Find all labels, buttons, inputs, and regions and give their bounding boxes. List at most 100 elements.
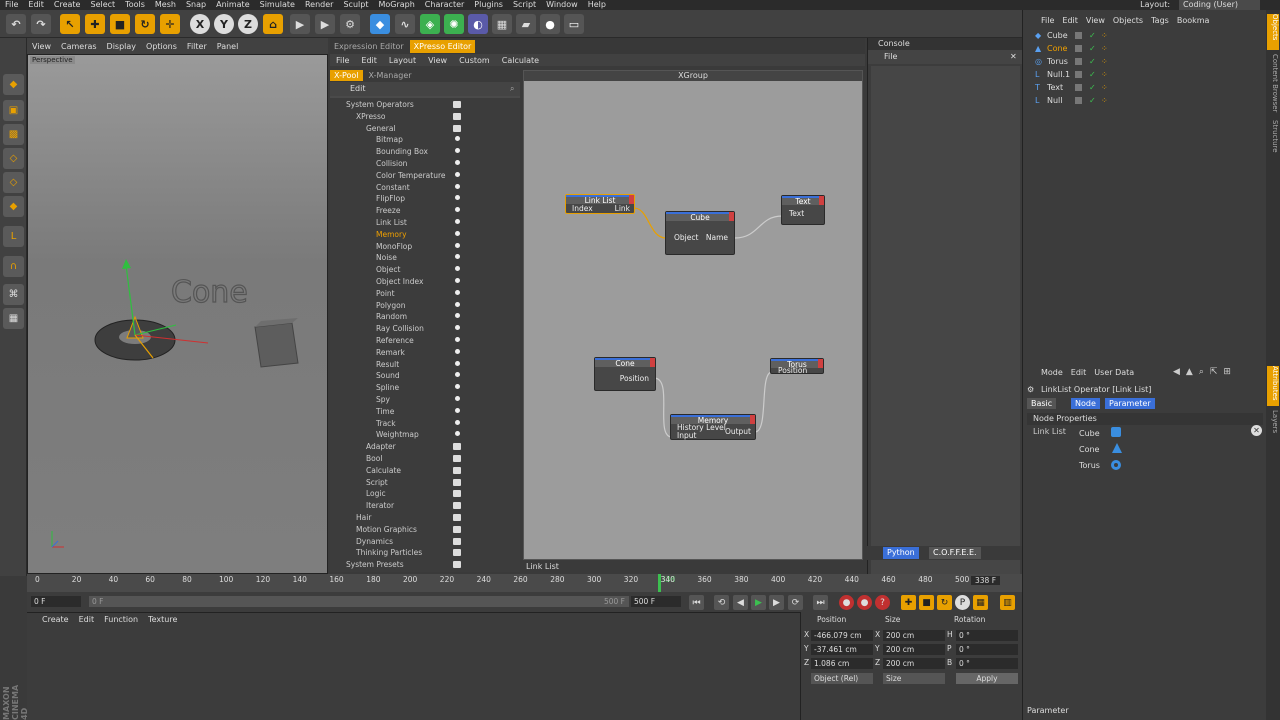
menu-simulate[interactable]: Simulate [255,0,300,10]
attr-menu-edit[interactable]: Edit [1067,368,1091,377]
tree-item[interactable]: Spy [376,394,390,405]
enabled-check-icon[interactable]: ✓ [1089,82,1096,94]
layout-dropdown[interactable]: Coding (User) [1179,0,1260,10]
size-field[interactable]: 200 cm [883,630,945,641]
rotation-field[interactable]: 0 ° [956,630,1018,641]
side-tab-attributes[interactable]: Attributes [1267,366,1279,406]
tree-item[interactable]: FlipFlop [376,193,405,204]
viewport[interactable]: Perspective Cone [27,54,328,574]
tab-expression-editor[interactable]: Expression Editor [330,40,408,53]
key-position-icon[interactable]: ✚ [901,595,916,610]
link-item-cone[interactable]: Cone [1079,445,1099,454]
object-name[interactable]: Cube [1047,30,1068,42]
axis-y-button[interactable]: Y [214,14,234,34]
object-name[interactable]: Text [1047,82,1063,94]
menu-mograph[interactable]: MoGraph [373,0,419,10]
tag-icon[interactable]: ⁘ [1101,95,1108,107]
move-tool-icon[interactable]: ✚ [85,14,105,34]
spline-icon[interactable]: ∿ [395,14,415,34]
material-menu-create[interactable]: Create [37,615,74,624]
menu-mesh[interactable]: Mesh [150,0,181,10]
side-tab-structure[interactable]: Structure [1267,120,1279,160]
tag-icon[interactable]: ⁘ [1101,69,1108,81]
xpresso-menu-layout[interactable]: Layout [383,56,422,65]
model-mode-icon[interactable]: ▣ [3,100,24,121]
visibility-toggle[interactable] [1075,71,1082,78]
range-slider[interactable]: 0 F 500 F [89,596,629,607]
object-row[interactable]: ◎ Torus ✓ ⁘ [1023,56,1267,68]
enabled-check-icon[interactable]: ✓ [1089,56,1096,68]
port-text[interactable]: Text [789,209,804,218]
tab-xmanager[interactable]: X-Manager [365,70,416,81]
port-input[interactable]: Input [677,431,696,440]
key-scale-icon[interactable]: ■ [919,595,934,610]
texture-mode-icon[interactable]: ▩ [3,124,24,145]
render-settings-icon[interactable]: ⚙ [340,14,360,34]
go-to-end-icon[interactable]: ⏭ [813,595,828,610]
points-mode-icon[interactable]: ◇ [3,148,24,169]
snap-icon[interactable]: ⌘ [3,284,24,305]
tree-item[interactable]: Polygon [376,300,405,311]
tree-item[interactable]: Sound [376,370,400,381]
xpresso-menu-edit[interactable]: Edit [355,56,383,65]
menu-create[interactable]: Create [49,0,86,10]
next-key-icon[interactable]: ⟳ [788,595,803,610]
tag-icon[interactable]: ⁘ [1101,43,1108,55]
tree-item[interactable]: Memory [376,229,407,240]
object-name[interactable]: Null [1047,95,1063,107]
visibility-toggle[interactable] [1075,32,1082,39]
tab-xpresso-editor[interactable]: XPresso Editor [409,39,476,53]
enabled-check-icon[interactable]: ✓ [1089,43,1096,55]
viewport-menu-display[interactable]: Display [102,42,142,51]
visibility-toggle[interactable] [1075,58,1082,65]
render-picture-viewer-icon[interactable]: ▶ [315,14,335,34]
step-forward-icon[interactable]: ▶ [769,595,784,610]
size-field[interactable]: 200 cm [883,658,945,669]
coordinate-system-icon[interactable]: ⌂ [263,14,283,34]
tag-icon[interactable]: ⁘ [1101,30,1108,42]
object-row[interactable]: ▲ Cone ✓ ⁘ [1023,43,1267,55]
tree-item[interactable]: Object Index [376,276,423,287]
timeline-window-icon[interactable]: ▥ [1000,595,1015,610]
coord-size-dropdown[interactable]: Size [883,673,945,684]
menu-tools[interactable]: Tools [120,0,150,10]
objects-menu-bookmarks[interactable]: Bookma [1173,16,1214,25]
material-menu-edit[interactable]: Edit [74,615,100,624]
tree-item[interactable]: Ray Collision [376,323,424,334]
xpool-edit-menu[interactable]: Edit [330,82,520,96]
tree-item[interactable]: Hair [356,512,371,523]
tree-item[interactable]: System Operators [346,99,414,110]
tree-item[interactable]: Time [376,406,394,417]
objects-menu-tags[interactable]: Tags [1147,16,1173,25]
port-link[interactable]: Link [615,204,630,213]
link-item-cube[interactable]: Cube [1079,429,1100,438]
xpresso-menu-custom[interactable]: Custom [453,56,496,65]
xgroup-canvas[interactable]: XGroup Link List Index Link Cube Object … [523,70,863,560]
object-row[interactable]: L Null.1 ✓ ⁘ [1023,69,1267,81]
tree-item[interactable]: System Presets [346,559,404,570]
link-list-field[interactable]: Cube Cone Torus [1075,427,1255,473]
position-field[interactable]: 1.086 cm [811,658,873,669]
play-icon[interactable]: ▶ [751,595,766,610]
menu-help[interactable]: Help [583,0,611,10]
deformer-icon[interactable]: ◐ [468,14,488,34]
tree-item[interactable]: Remark [376,347,405,358]
visibility-toggle[interactable] [1075,84,1082,91]
make-editable-icon[interactable]: ◆ [3,74,24,95]
tab-xpool[interactable]: X-Pool [330,69,363,81]
menu-sculpt[interactable]: Sculpt [338,0,373,10]
tree-item[interactable]: Bitmap [376,134,403,145]
tree-item[interactable]: Bounding Box [376,146,428,157]
node-link-list[interactable]: Link List Index Link [565,194,635,214]
record-icon[interactable]: ● [839,595,854,610]
objects-menu-objects[interactable]: Objects [1109,16,1147,25]
tree-item[interactable]: Spline [376,382,399,393]
apply-button[interactable]: Apply [956,673,1018,684]
tree-item[interactable]: MonoFlop [376,241,412,252]
step-back-icon[interactable]: ◀ [733,595,748,610]
tree-item[interactable]: Constant [376,182,410,193]
port-torus-position[interactable]: Position [778,366,807,375]
tree-item[interactable]: Color Temperature [376,170,445,181]
previous-key-icon[interactable]: ⟲ [714,595,729,610]
menu-window[interactable]: Window [541,0,583,10]
